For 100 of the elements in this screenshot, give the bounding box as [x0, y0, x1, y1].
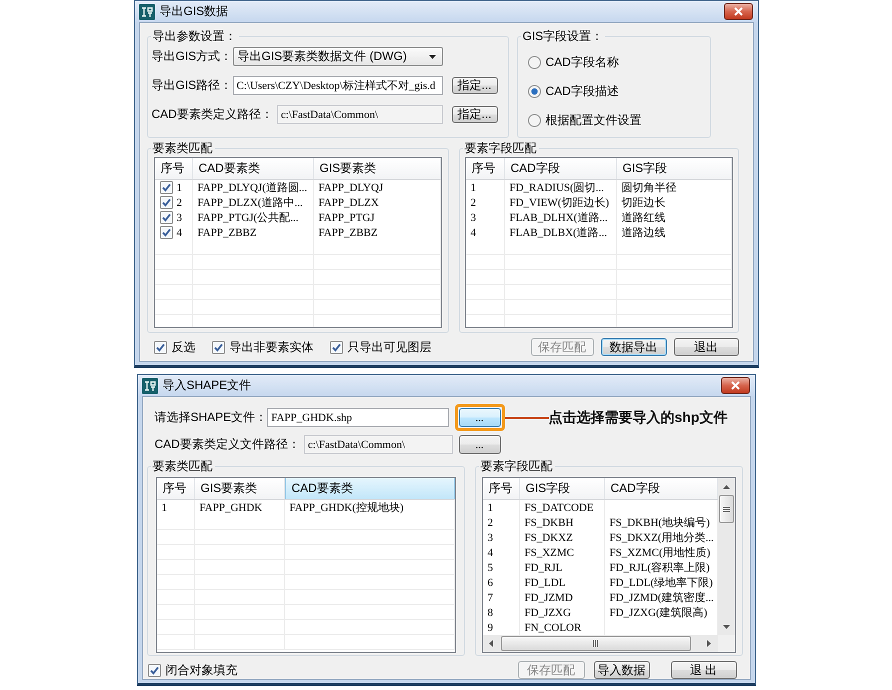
- table-cell: 3: [176, 212, 182, 224]
- close-icon: [734, 7, 742, 16]
- table-cell: FAPP_ZBBZ: [192, 225, 314, 240]
- app-icon: [138, 4, 154, 20]
- checkbox[interactable]: [160, 211, 172, 224]
- callout-line: [504, 416, 548, 418]
- group-title: 要素字段匹配: [480, 459, 554, 473]
- table-cell: FAPP_PTGJ: [314, 210, 440, 225]
- table-cell: FAPP_DLYQJ: [314, 180, 440, 195]
- checkbox-label[interactable]: 反选: [172, 338, 196, 356]
- radio-label[interactable]: CAD字段名称: [546, 54, 619, 71]
- grip-icon: [722, 506, 730, 512]
- column-header[interactable]: 序号: [466, 158, 504, 179]
- table-cell: 道路边线: [616, 225, 732, 240]
- table-cell: 1: [466, 180, 504, 195]
- checkbox[interactable]: [330, 340, 342, 354]
- checkbox[interactable]: [212, 340, 224, 354]
- radio-button[interactable]: [528, 85, 540, 98]
- table-cell: FD_VIEW(切距边长): [504, 195, 616, 210]
- checkbox[interactable]: [160, 226, 172, 239]
- field-label: CAD要素类定义路径：: [152, 106, 273, 123]
- table-cell: 8: [482, 605, 520, 620]
- checkbox-label[interactable]: 闭合对象填充: [166, 662, 238, 678]
- scroll-down-icon[interactable]: [722, 624, 730, 628]
- table-cell: FAPP_DLYQJ(道路圆...: [192, 180, 314, 195]
- close-button[interactable]: [720, 377, 750, 394]
- exit-button[interactable]: 退出: [674, 338, 738, 356]
- scroll-left-icon[interactable]: [489, 640, 493, 647]
- text-field[interactable]: FAPP_GHDK.shp: [267, 408, 448, 427]
- field-label: 请选择SHAPE文件：: [154, 409, 268, 426]
- horizontal-scrollbar[interactable]: [482, 635, 718, 652]
- table-cell: 3: [466, 210, 504, 225]
- column-header[interactable]: 序号: [482, 478, 520, 499]
- column-header[interactable]: GIS要素类: [314, 158, 440, 179]
- table-cell: 1: [156, 500, 194, 515]
- group-title: 要素类匹配: [152, 459, 214, 473]
- table-cell: FLAB_DLHX(道路...: [504, 210, 616, 225]
- column-header[interactable]: GIS字段: [520, 478, 604, 499]
- dropdown[interactable]: 导出GIS要素类数据文件 (DWG): [232, 47, 442, 66]
- field-label: 导出GIS方式：: [152, 48, 232, 65]
- export-data-button[interactable]: 数据导出: [600, 338, 666, 356]
- table-cell: 切距边长: [616, 195, 732, 210]
- window-title: 导出GIS数据: [160, 3, 228, 20]
- column-header[interactable]: CAD要素类: [192, 158, 314, 179]
- table-cell: FS_XZMC: [520, 545, 604, 560]
- checkbox[interactable]: [160, 196, 172, 209]
- close-button[interactable]: [724, 3, 752, 20]
- table-cell: 4: [466, 225, 504, 240]
- table-cell: 圆切角半径: [616, 180, 732, 195]
- checkbox-label[interactable]: 导出非要素实体: [230, 338, 314, 356]
- checkbox-label[interactable]: 只导出可见图层: [348, 338, 432, 356]
- column-header[interactable]: 序号: [156, 478, 194, 499]
- window-title: 导入SHAPE文件: [162, 377, 252, 394]
- radio-button[interactable]: [528, 56, 540, 69]
- column-header[interactable]: CAD字段: [504, 158, 616, 179]
- grip-icon: [593, 640, 598, 647]
- text-field[interactable]: C:\Users\CZY\Desktop\标注样式不对_gis.d: [232, 76, 442, 95]
- scrollbar-thumb[interactable]: [718, 495, 734, 523]
- table-cell: 1: [176, 182, 182, 194]
- table-cell: FAPP_GHDK: [194, 500, 284, 515]
- table-cell: FAPP_DLZX: [314, 195, 440, 210]
- scroll-up-icon[interactable]: [722, 484, 730, 488]
- table-cell: 3: [482, 530, 520, 545]
- caret-icon: [428, 54, 436, 58]
- column-header[interactable]: 序号: [154, 158, 192, 179]
- table-cell: FAPP_PTGJ(公共配...: [192, 210, 314, 225]
- radio-label[interactable]: 根据配置文件设置: [546, 112, 642, 129]
- table-cell: 5: [482, 560, 520, 575]
- callout-text: 点击选择需要导入的shp文件: [548, 408, 728, 426]
- table-cell: FS_DATCODE: [520, 500, 604, 515]
- app-icon: [142, 378, 158, 394]
- table-cell: FS_DKXZ: [520, 530, 604, 545]
- table-cell: FD_RJL: [520, 560, 604, 575]
- table-cell: FAPP_ZBBZ: [314, 225, 440, 240]
- checkbox[interactable]: [160, 181, 172, 194]
- column-header[interactable]: CAD要素类: [284, 478, 454, 499]
- table-cell: FD_LDL: [520, 575, 604, 590]
- exit-button[interactable]: 退 出: [670, 661, 736, 679]
- group-title: 导出参数设置：: [152, 29, 238, 43]
- close-icon: [730, 381, 740, 390]
- vertical-scrollbar[interactable]: [718, 478, 734, 635]
- scrollbar-thumb[interactable]: [500, 636, 690, 651]
- checkbox[interactable]: [148, 664, 160, 676]
- group-title: 要素类匹配: [152, 141, 214, 155]
- scroll-right-icon[interactable]: [707, 640, 711, 647]
- checkbox[interactable]: [154, 340, 166, 354]
- browse-button[interactable]: 指定...: [452, 77, 498, 94]
- radio-button[interactable]: [528, 114, 540, 127]
- table-cell: 6: [482, 575, 520, 590]
- table-cell: FLAB_DLBX(道路...: [504, 225, 616, 240]
- scrollbar-corner: [718, 635, 734, 652]
- column-header[interactable]: GIS字段: [616, 158, 732, 179]
- radio-label[interactable]: CAD字段描述: [546, 83, 619, 100]
- table-cell: 1: [482, 500, 520, 515]
- import-data-button[interactable]: 导入数据: [594, 661, 650, 679]
- table-cell: 2: [466, 195, 504, 210]
- field-label: CAD要素类定义文件路径：: [154, 436, 300, 453]
- table-cell: 4: [482, 545, 520, 560]
- table-cell: 7: [482, 590, 520, 605]
- browse-button[interactable]: ...: [458, 408, 500, 427]
